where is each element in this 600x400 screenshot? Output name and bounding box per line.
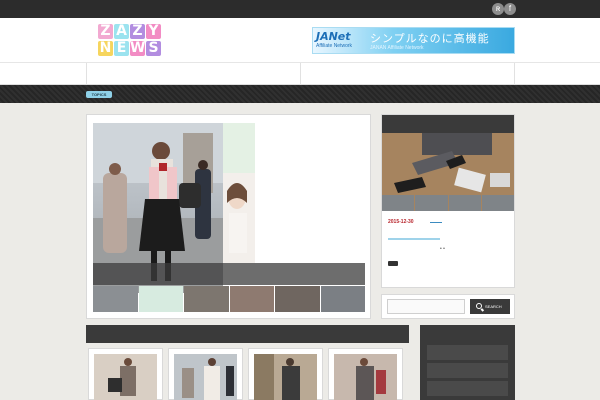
search-button[interactable]: SEARCH xyxy=(470,299,510,314)
article-thumbnail[interactable] xyxy=(94,354,157,400)
sidebar-thumb-strip xyxy=(382,195,514,211)
sidebar-widget-item[interactable] xyxy=(427,345,508,360)
slider-thumb[interactable] xyxy=(275,286,320,312)
site-header: Z A Z Y N E W S JANet Affiliate Network … xyxy=(0,18,600,63)
article-photo xyxy=(94,354,157,400)
article-thumbnail[interactable] xyxy=(334,354,397,400)
sidebar-feature: 2015-12-30 • • xyxy=(381,114,515,288)
article-photo xyxy=(334,354,397,400)
rss-icon[interactable]: ʀ xyxy=(492,3,504,15)
read-more-button[interactable] xyxy=(388,261,398,266)
facebook-icon[interactable]: f xyxy=(504,3,516,15)
search-input[interactable] xyxy=(387,299,465,314)
logo-letter: Z xyxy=(98,24,113,39)
slide-side-image[interactable] xyxy=(223,173,255,263)
nav-divider xyxy=(514,63,515,85)
nav-divider xyxy=(300,63,301,85)
search-icon xyxy=(476,303,482,309)
ad-headline: シンプルなのに高機能 xyxy=(370,33,490,45)
topics-badge[interactable]: TOPICS xyxy=(86,91,112,98)
logo-letter: Z xyxy=(130,24,145,39)
ad-brand-sub: Affiliate Network xyxy=(316,43,353,49)
sidebar-widget-item[interactable] xyxy=(427,381,508,396)
post-title-link[interactable] xyxy=(430,219,442,223)
site-logo[interactable]: Z A Z Y N E W S xyxy=(98,24,162,60)
slider-thumb[interactable] xyxy=(93,286,138,312)
logo-letter: A xyxy=(114,24,129,39)
slider-thumbnails xyxy=(93,286,365,312)
sidebar-widget-item[interactable] xyxy=(427,363,508,378)
article-photo xyxy=(254,354,317,400)
sidebar-thumb[interactable] xyxy=(448,195,481,211)
slider-thumb[interactable] xyxy=(138,286,183,312)
article-card[interactable] xyxy=(168,348,243,400)
slider-thumb[interactable] xyxy=(184,286,229,312)
post-date: 2015-12-30 xyxy=(388,219,414,225)
sidebar-header xyxy=(382,115,514,133)
portrait-photo xyxy=(223,173,255,263)
sidebar-thumb[interactable] xyxy=(481,195,514,211)
main-nav xyxy=(0,63,600,85)
nav-divider xyxy=(86,63,87,85)
featured-slider[interactable] xyxy=(86,114,371,319)
ad-banner[interactable]: JANet Affiliate Network シンプルなのに高機能 JANAN… xyxy=(312,27,515,54)
article-card[interactable] xyxy=(88,348,163,400)
slider-thumb[interactable] xyxy=(320,286,365,312)
ad-brand: JANet xyxy=(316,30,351,43)
sidebar-thumb[interactable] xyxy=(415,195,448,211)
logo-letter: W xyxy=(130,40,146,56)
search-button-label: SEARCH xyxy=(485,304,502,309)
post-excerpt-line xyxy=(388,238,440,240)
article-thumbnail[interactable] xyxy=(254,354,317,400)
ad-subline: JANAN Affiliate Network xyxy=(370,45,424,51)
logo-letter: N xyxy=(98,40,113,56)
logo-letter: E xyxy=(114,41,129,56)
article-card[interactable] xyxy=(328,348,403,400)
logo-letter: Y xyxy=(146,24,161,39)
sidebar-widget xyxy=(420,325,515,400)
article-card[interactable] xyxy=(248,348,323,400)
sidebar-thumb[interactable] xyxy=(382,195,415,211)
slide-side-image[interactable] xyxy=(223,123,255,173)
article-thumbnail[interactable] xyxy=(174,354,237,400)
search-widget: SEARCH xyxy=(381,294,515,319)
section-header xyxy=(86,325,409,343)
logo-letter: S xyxy=(146,41,161,56)
slide-caption xyxy=(93,263,365,285)
slider-thumb[interactable] xyxy=(229,286,274,312)
article-photo xyxy=(174,354,237,400)
post-meta: • • xyxy=(440,246,445,252)
